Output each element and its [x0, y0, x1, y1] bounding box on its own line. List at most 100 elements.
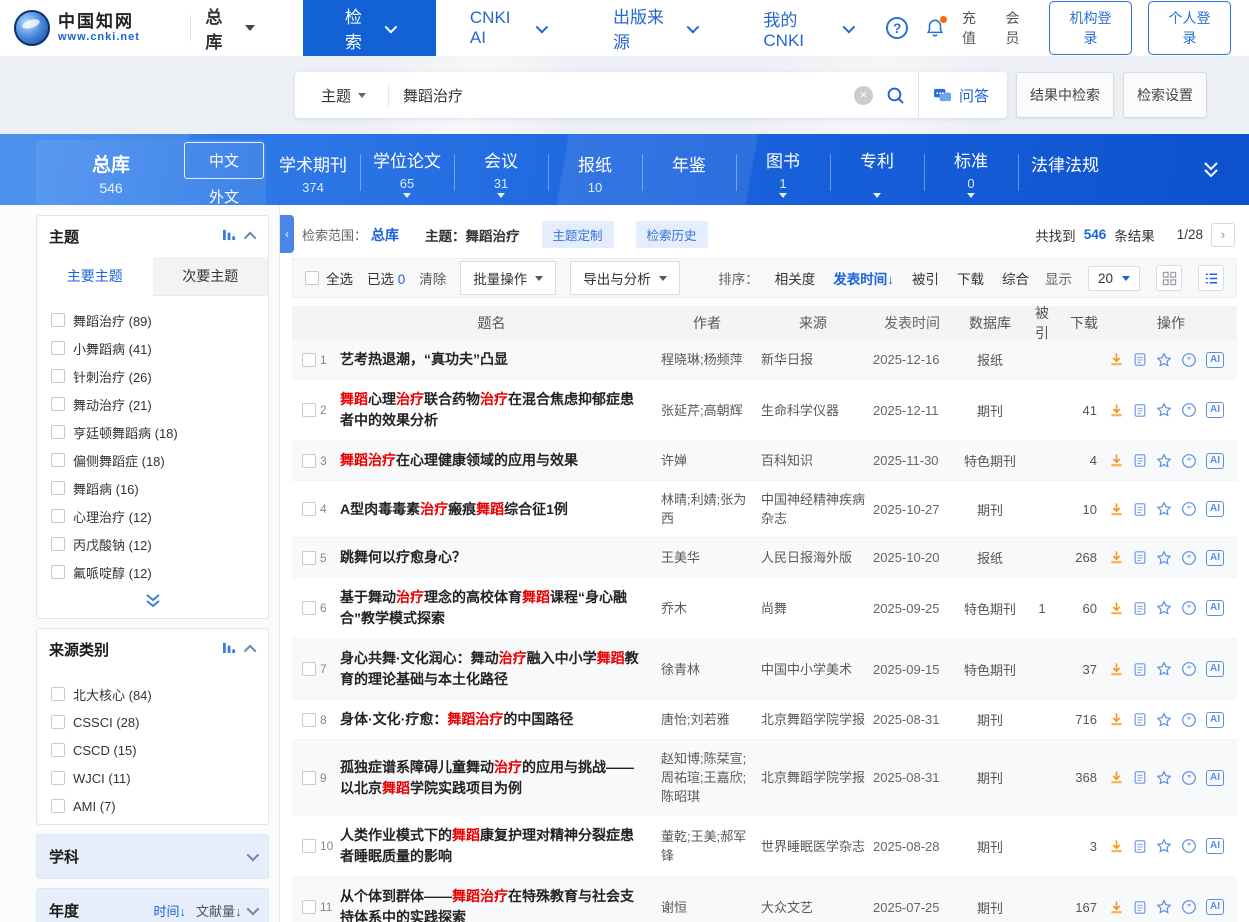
facet-checkbox[interactable] [51, 509, 65, 523]
download-icon[interactable] [1109, 352, 1124, 367]
authors-cell[interactable]: 唐怡;刘若雅 [657, 710, 757, 729]
cite-icon[interactable]: ” [1181, 600, 1197, 616]
source-cell[interactable]: 中国神经精神疾病杂志 [757, 490, 869, 528]
grid-view-button[interactable] [1156, 265, 1182, 291]
sort-option[interactable]: 相关度 [775, 268, 816, 288]
authors-cell[interactable]: 张延芹;高朝辉 [657, 401, 757, 420]
topic-custom-chip[interactable]: 主题定制 [542, 221, 614, 248]
facet-tab[interactable]: 主要主题 [37, 257, 153, 296]
result-title-link[interactable]: 基于舞动治疗理念的高校体育舞蹈课程“身心融合”教学模式探索 [340, 589, 627, 626]
download-icon[interactable] [1109, 601, 1124, 616]
recharge-link[interactable]: 充值 [962, 8, 990, 48]
facet-checkbox[interactable] [51, 687, 65, 701]
download-icon[interactable] [1109, 453, 1124, 468]
facet-item[interactable]: 氟哌啶醇 (12) [51, 558, 256, 586]
row-select[interactable]: 7 [292, 662, 336, 676]
facet-checkbox[interactable] [51, 341, 65, 355]
next-page-button[interactable]: › [1211, 223, 1235, 247]
authors-cell[interactable]: 董乾;王美;郝军锋 [657, 827, 757, 865]
read-icon[interactable] [1133, 403, 1147, 418]
facet-item[interactable]: CSSCI (28) [51, 708, 256, 736]
top-menu-item-1[interactable]: CNKI AI [436, 0, 579, 56]
authors-cell[interactable]: 林晴;利婧;张为西 [657, 490, 757, 528]
database-switch[interactable]: 总库 [205, 0, 255, 56]
row-select[interactable]: 5 [292, 551, 336, 565]
select-all-checkbox[interactable] [305, 271, 319, 285]
bar-chart-icon[interactable] [222, 228, 237, 246]
facet-checkbox[interactable] [51, 425, 65, 439]
authors-cell[interactable]: 乔木 [657, 599, 757, 618]
download-icon[interactable] [1109, 712, 1124, 727]
result-title-link[interactable]: 艺考热退潮，“真功夫”凸显 [340, 351, 508, 367]
org-login-button[interactable]: 机构登录 [1049, 1, 1132, 55]
row-select[interactable]: 10 [292, 839, 336, 853]
clear-selection-button[interactable]: 清除 [419, 268, 446, 288]
download-icon[interactable] [1109, 550, 1124, 565]
cnki-logo[interactable]: 中国知网 www.cnki.net [0, 0, 188, 56]
download-icon[interactable] [1109, 900, 1124, 915]
db-nav-item[interactable]: 报纸10 [548, 140, 642, 205]
facet-group-header[interactable]: 来源类别 [37, 629, 268, 670]
facet-checkbox[interactable] [51, 799, 65, 813]
db-nav-item[interactable]: 图书1 [736, 140, 830, 205]
facet-tab[interactable]: 次要主题 [153, 257, 269, 296]
favorite-icon[interactable] [1156, 402, 1172, 418]
top-menu-item-2[interactable]: 出版来源 [579, 0, 729, 56]
source-cell[interactable]: 生命科学仪器 [757, 401, 869, 420]
read-icon[interactable] [1133, 770, 1147, 785]
result-title-link[interactable]: 身心共舞·文化润心：舞动治疗融入中小学舞蹈教育的理论基础与本土化路径 [340, 650, 639, 687]
clear-search-icon[interactable]: × [854, 86, 873, 105]
page-size-dropdown[interactable]: 20 [1088, 266, 1140, 291]
row-select[interactable]: 11 [292, 900, 336, 914]
read-icon[interactable] [1133, 662, 1147, 677]
facet-expand-more-icon[interactable] [37, 590, 268, 618]
result-title-link[interactable]: 孤独症谱系障碍儿童舞动治疗的应用与挑战——以北京舞蹈学院实践项目为例 [340, 759, 634, 796]
row-select[interactable]: 3 [292, 454, 336, 468]
download-icon[interactable] [1109, 839, 1124, 854]
facet-checkbox[interactable] [51, 397, 65, 411]
db-nav-item[interactable]: 会议31 [454, 140, 548, 205]
ai-icon[interactable]: AI [1206, 402, 1224, 418]
facet-checkbox[interactable] [51, 453, 65, 467]
ai-icon[interactable]: AI [1206, 838, 1224, 854]
source-cell[interactable]: 尚舞 [757, 599, 869, 618]
source-cell[interactable]: 大众文艺 [757, 898, 869, 917]
sort-option[interactable]: 发表时间↓ [833, 268, 894, 288]
db-nav-item[interactable]: 法律法规 [1018, 140, 1112, 205]
facet-item[interactable]: 偏侧舞蹈症 (18) [51, 446, 256, 474]
facet-checkbox[interactable] [51, 313, 65, 327]
facet-group-header[interactable]: 年度时间↓文献量↓ [37, 889, 268, 922]
cite-icon[interactable]: ” [1181, 352, 1197, 368]
ai-icon[interactable]: AI [1206, 453, 1224, 469]
read-icon[interactable] [1133, 839, 1147, 854]
facet-item[interactable]: CSCD (15) [51, 736, 256, 764]
cite-icon[interactable]: ” [1181, 661, 1197, 677]
facet-group-header[interactable]: 主题 [37, 216, 268, 257]
ai-icon[interactable]: AI [1206, 770, 1224, 786]
ai-icon[interactable]: AI [1206, 501, 1224, 517]
result-title-link[interactable]: 舞蹈心理治疗联合药物治疗在混合焦虑抑郁症患者中的效果分析 [340, 391, 634, 428]
read-icon[interactable] [1133, 352, 1147, 367]
facet-checkbox[interactable] [51, 369, 65, 383]
row-checkbox[interactable] [302, 662, 316, 676]
cite-icon[interactable]: ” [1181, 899, 1197, 915]
qa-button[interactable]: 问答 [918, 72, 1007, 118]
language-tab[interactable]: 外文 [184, 179, 264, 214]
row-checkbox[interactable] [302, 454, 316, 468]
ai-icon[interactable]: AI [1206, 600, 1224, 616]
download-icon[interactable] [1109, 403, 1124, 418]
source-cell[interactable]: 百科知识 [757, 451, 869, 470]
ai-icon[interactable]: AI [1206, 661, 1224, 677]
batch-operations-dropdown[interactable]: 批量操作 [460, 261, 556, 295]
row-select[interactable]: 9 [292, 771, 336, 785]
authors-cell[interactable]: 谢恒 [657, 898, 757, 917]
favorite-icon[interactable] [1156, 600, 1172, 616]
db-nav-item[interactable]: 标准0 [924, 140, 1018, 205]
source-cell[interactable]: 北京舞蹈学院学报 [757, 710, 869, 729]
facet-item[interactable]: 北大核心 (84) [51, 680, 256, 708]
authors-cell[interactable]: 许婵 [657, 451, 757, 470]
cite-icon[interactable]: ” [1181, 838, 1197, 854]
read-icon[interactable] [1133, 900, 1147, 915]
facet-group-header[interactable]: 学科 [37, 835, 268, 878]
ai-icon[interactable]: AI [1206, 352, 1224, 368]
